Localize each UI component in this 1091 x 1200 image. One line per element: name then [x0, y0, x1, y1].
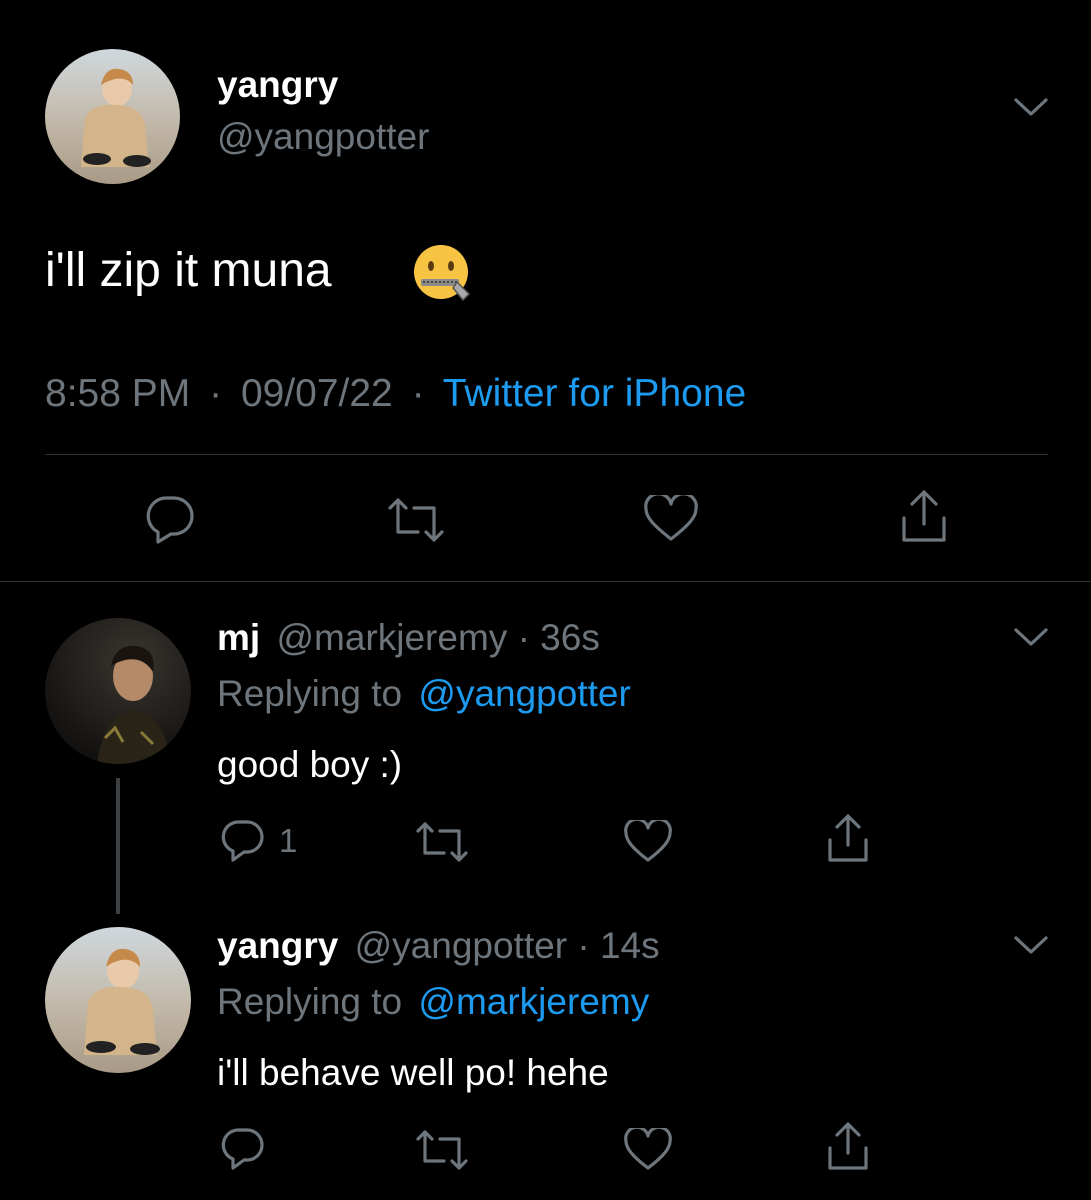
tweet-meta: 8:58 PM · 09/07/22 · Twitter for iPhone	[45, 372, 746, 416]
replying-to-handle-link[interactable]: @markjeremy	[418, 981, 649, 1022]
share-icon[interactable]	[898, 488, 950, 544]
replying-to: Replying to @markjeremy	[217, 981, 649, 1023]
retweet-icon[interactable]	[414, 1128, 470, 1172]
tweet-text-body: i'll zip it muna	[45, 244, 332, 297]
tweet-source-link[interactable]: Twitter for iPhone	[443, 372, 746, 415]
tweet-time: 8:58 PM	[45, 372, 191, 415]
tweet-date: 09/07/22	[240, 372, 393, 415]
like-heart-icon[interactable]	[623, 1128, 673, 1172]
meta-separator: ·	[577, 925, 590, 966]
chevron-down-icon[interactable]	[1013, 626, 1049, 648]
display-name[interactable]: yangry	[217, 925, 338, 966]
tweet-time-ago: 14s	[599, 925, 660, 966]
retweet-icon[interactable]	[386, 496, 446, 544]
avatar-photo-icon	[45, 618, 191, 764]
avatar-photo-icon	[45, 927, 191, 1073]
display-name[interactable]: mj	[217, 617, 260, 658]
tweet-time-ago: 36s	[540, 617, 600, 658]
avatar[interactable]	[45, 927, 191, 1073]
reply-header: yangry @yangpotter · 14s	[217, 925, 660, 967]
divider	[45, 454, 1048, 455]
chevron-down-icon[interactable]	[1013, 934, 1049, 956]
meta-separator: ·	[209, 372, 223, 415]
handle[interactable]: @markjeremy	[276, 617, 507, 658]
reply-icon[interactable]	[144, 494, 196, 544]
tweet-text: i'll zip it muna	[45, 243, 332, 298]
avatar[interactable]	[45, 49, 180, 184]
handle[interactable]: @yangpotter	[355, 925, 567, 966]
reply-count: 1	[279, 822, 298, 859]
meta-separator: ·	[411, 372, 425, 415]
reply-text: good boy :)	[217, 744, 403, 785]
share-icon[interactable]	[824, 812, 872, 864]
avatar[interactable]	[45, 618, 191, 764]
display-name[interactable]: yangry	[217, 64, 338, 106]
like-heart-icon[interactable]	[623, 820, 673, 864]
share-icon[interactable]	[824, 1120, 872, 1172]
divider	[0, 581, 1091, 582]
avatar-photo-icon	[45, 49, 180, 184]
reply-text: i'll behave well po! hehe	[217, 1052, 609, 1093]
replying-to: Replying to @yangpotter	[217, 673, 631, 715]
replying-to-handle-link[interactable]: @yangpotter	[418, 673, 630, 714]
meta-separator: ·	[517, 617, 530, 658]
thread-line	[116, 778, 120, 914]
chevron-down-icon[interactable]	[1013, 96, 1049, 118]
handle[interactable]: @yangpotter	[217, 116, 429, 158]
replying-to-label: Replying to	[217, 673, 403, 714]
reply-icon[interactable]	[220, 1126, 266, 1170]
zipper-mouth-emoji-icon	[411, 244, 475, 304]
replying-to-label: Replying to	[217, 981, 403, 1022]
retweet-icon[interactable]	[414, 820, 470, 864]
like-heart-icon[interactable]	[643, 495, 699, 543]
reply-header: mj @markjeremy · 36s	[217, 617, 600, 659]
reply-icon[interactable]	[220, 818, 266, 862]
